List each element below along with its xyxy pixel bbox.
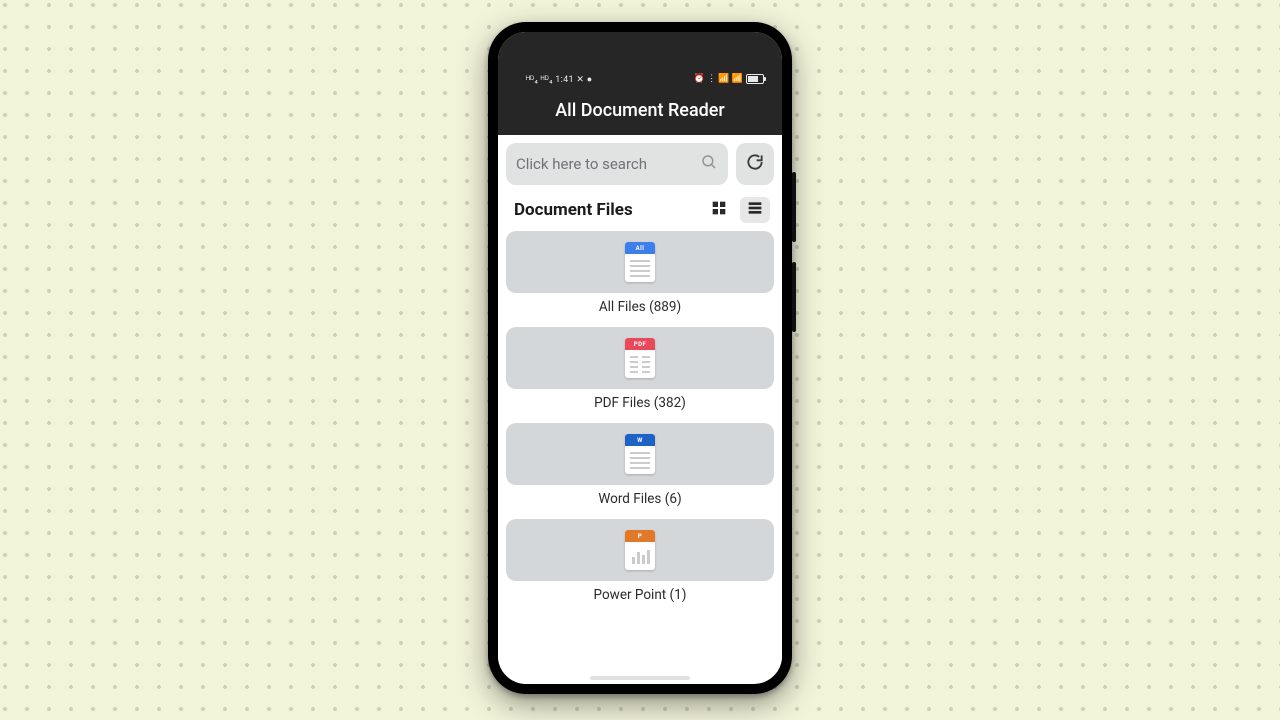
- category-label: All Files (889): [599, 299, 681, 323]
- file-type-icon: P: [625, 530, 655, 570]
- list-view-button[interactable]: [740, 197, 770, 223]
- status-bar: ᴴᴰ₄ ᴴᴰ₄ 1:41 ✕ ● ⏰ ⋮ 📶 📶: [498, 32, 782, 92]
- status-right: ⏰ ⋮ 📶 📶: [694, 74, 764, 84]
- grid-view-button[interactable]: [704, 197, 734, 223]
- phone-frame: ᴴᴰ₄ ᴴᴰ₄ 1:41 ✕ ● ⏰ ⋮ 📶 📶 All Document Re…: [488, 22, 792, 694]
- grid-icon: [711, 200, 727, 220]
- section-title: Document Files: [510, 200, 704, 220]
- file-type-tab: All: [625, 242, 655, 254]
- view-toggle: [704, 197, 770, 223]
- app-content: Click here to search Document Files: [498, 135, 782, 672]
- phone-screen: ᴴᴰ₄ ᴴᴰ₄ 1:41 ✕ ● ⏰ ⋮ 📶 📶 All Document Re…: [498, 32, 782, 684]
- status-time: 1:41: [555, 75, 574, 85]
- search-placeholder: Click here to search: [516, 155, 700, 173]
- nav-handle: [498, 672, 782, 684]
- category-item[interactable]: All All Files (889): [506, 231, 774, 323]
- search-icon: [700, 153, 718, 175]
- category-item[interactable]: W Word Files (6): [506, 423, 774, 515]
- refresh-icon: [745, 152, 765, 176]
- file-type-icon: W: [625, 434, 655, 474]
- app-title: All Document Reader: [498, 100, 782, 121]
- category-tile: PDF: [506, 327, 774, 389]
- signal-icon: ᴴᴰ₄ ᴴᴰ₄: [526, 75, 553, 85]
- category-label: Power Point (1): [594, 587, 687, 611]
- status-indicators-icon: ⏰ ⋮ 📶 📶: [694, 74, 743, 84]
- background: ᴴᴰ₄ ᴴᴰ₄ 1:41 ✕ ● ⏰ ⋮ 📶 📶 All Document Re…: [0, 0, 1280, 720]
- file-type-icon: All: [625, 242, 655, 282]
- refresh-button[interactable]: [736, 143, 774, 185]
- status-extra-icon: ✕ ●: [576, 75, 592, 85]
- file-type-tab: PDF: [625, 338, 655, 350]
- battery-icon: [746, 74, 764, 84]
- status-left: ᴴᴰ₄ ᴴᴰ₄ 1:41 ✕ ●: [526, 74, 593, 85]
- file-type-tab: P: [625, 530, 655, 542]
- category-item[interactable]: PDF PDF Files (382): [506, 327, 774, 419]
- category-tile: All: [506, 231, 774, 293]
- search-input[interactable]: Click here to search: [506, 143, 728, 185]
- section-header: Document Files: [506, 193, 774, 223]
- file-type-tab: W: [625, 434, 655, 446]
- category-label: Word Files (6): [598, 491, 681, 515]
- app-title-bar: All Document Reader: [498, 92, 782, 135]
- search-row: Click here to search: [506, 143, 774, 185]
- category-item[interactable]: P Power Point (1): [506, 519, 774, 611]
- category-tile: W: [506, 423, 774, 485]
- category-list: All All Files (889) PDF PDF Files (382) W Wor…: [506, 231, 774, 611]
- file-type-icon: PDF: [625, 338, 655, 378]
- list-icon: [747, 200, 763, 220]
- category-tile: P: [506, 519, 774, 581]
- category-label: PDF Files (382): [594, 395, 686, 419]
